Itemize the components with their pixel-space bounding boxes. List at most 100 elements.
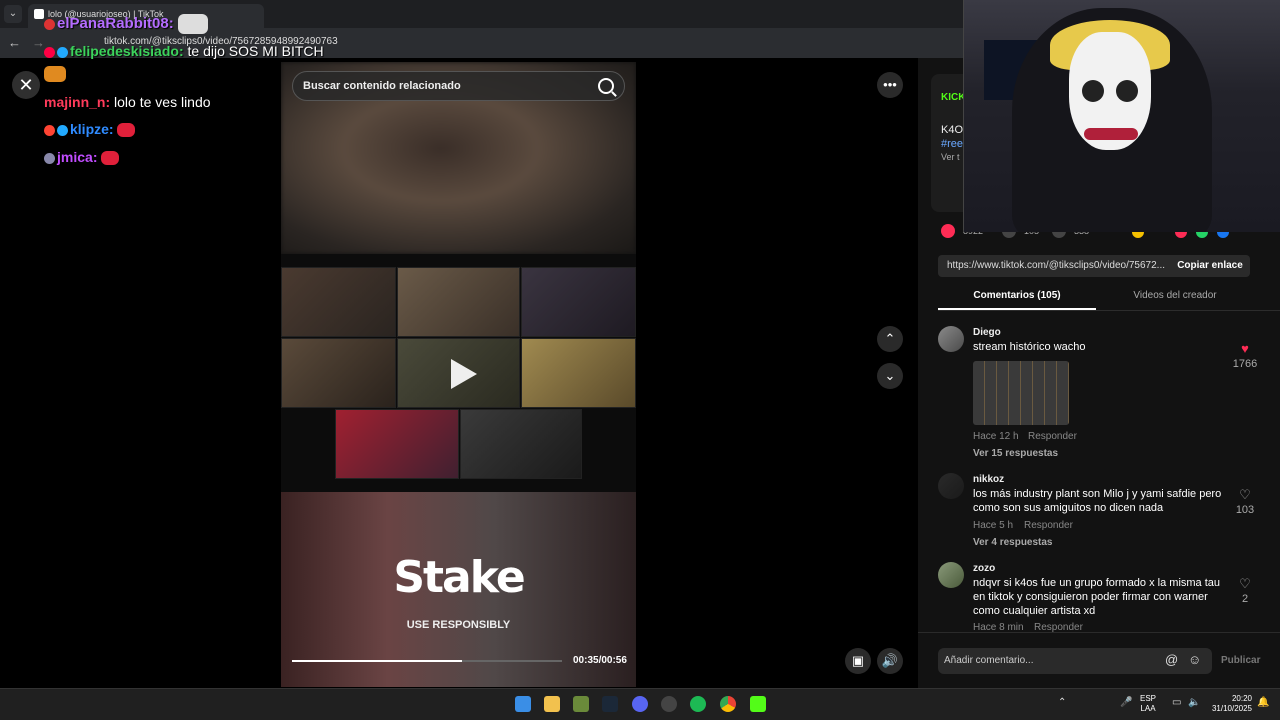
comment-heart-icon[interactable]: ♡ bbox=[1230, 576, 1260, 592]
comment-text: ndqvr si k4os fue un grupo formado x la … bbox=[973, 577, 1221, 617]
chat-username: jmica bbox=[57, 149, 93, 165]
comment-username[interactable]: zozo bbox=[973, 563, 995, 574]
comment-time: Hace 12 h bbox=[973, 431, 1019, 442]
notifications-icon[interactable]: 🔔 bbox=[1257, 697, 1269, 708]
description-text: K4O bbox=[941, 124, 964, 136]
see-more-link[interactable]: Ver t bbox=[941, 152, 960, 162]
clock[interactable]: 20:20 31/10/2025 bbox=[1208, 694, 1252, 714]
webcam-mouth-paint bbox=[1084, 128, 1138, 140]
mention-at-icon[interactable]: @ bbox=[1165, 652, 1178, 667]
back-arrow-icon[interactable]: ← bbox=[8, 35, 21, 50]
comment-heart-icon[interactable]: ♥ bbox=[1230, 341, 1260, 356]
spotify-icon[interactable] bbox=[690, 696, 706, 712]
ad-tagline: USE RESPONSIBLY bbox=[406, 619, 511, 631]
comment-text: stream histórico wacho bbox=[973, 341, 1086, 353]
language-code: ESP bbox=[1140, 694, 1157, 703]
file-explorer-icon[interactable] bbox=[544, 696, 560, 712]
avatar[interactable] bbox=[938, 562, 964, 588]
chat-text: lolo te ves lindo bbox=[114, 94, 211, 110]
view-replies-link[interactable]: Ver 15 respuestas bbox=[973, 448, 1058, 459]
chat-emote bbox=[117, 123, 136, 138]
keyboard-layout: LAA bbox=[1140, 704, 1156, 713]
reply-link[interactable]: Responder bbox=[1024, 520, 1073, 531]
cam-tile bbox=[397, 267, 520, 337]
source-label: KICK bbox=[941, 92, 966, 103]
chat-emote bbox=[44, 66, 66, 82]
chat-message: elPanaRabbit08: bbox=[44, 14, 208, 34]
chat-emote bbox=[177, 14, 208, 34]
more-options-icon[interactable]: ••• bbox=[877, 72, 903, 98]
clock-time: 20:20 bbox=[1231, 694, 1252, 703]
comment-input[interactable]: Añadir comentario... @ ☺ bbox=[938, 648, 1212, 674]
play-icon[interactable] bbox=[443, 355, 481, 393]
reply-link[interactable]: Responder bbox=[1028, 431, 1077, 442]
comment-like-count: 1766 bbox=[1232, 358, 1258, 370]
view-replies-link[interactable]: Ver 4 respuestas bbox=[973, 537, 1053, 548]
kick-icon[interactable] bbox=[750, 696, 766, 712]
search-icon[interactable] bbox=[598, 78, 614, 94]
minecraft-icon[interactable] bbox=[573, 696, 589, 712]
video-time: 00:35/00:56 bbox=[573, 655, 627, 666]
avatar[interactable] bbox=[938, 326, 964, 352]
comment-like-count: 103 bbox=[1235, 504, 1255, 516]
close-button[interactable]: ✕ bbox=[12, 71, 40, 99]
related-search-input[interactable]: Buscar contenido relacionado bbox=[292, 71, 625, 101]
chat-username: majinn_n bbox=[44, 94, 106, 110]
clock-date: 31/10/2025 bbox=[1211, 704, 1252, 713]
discord-icon[interactable] bbox=[632, 696, 648, 712]
chevron-up-icon[interactable]: ⌃ bbox=[1058, 697, 1066, 708]
steam-icon[interactable] bbox=[602, 696, 618, 712]
comment-like-count: 2 bbox=[1241, 593, 1249, 605]
chat-username: elPanaRabbit08 bbox=[57, 14, 169, 32]
comment-placeholder: Añadir comentario... bbox=[944, 655, 1034, 666]
tiktok-favicon-icon bbox=[34, 9, 44, 19]
windows-start-icon[interactable] bbox=[515, 696, 531, 712]
language-indicator[interactable]: ESP LAA bbox=[1140, 694, 1156, 714]
cam-tile bbox=[335, 409, 459, 479]
share-url-field[interactable]: https://www.tiktok.com/@tiksclips0/video… bbox=[938, 255, 1170, 277]
chrome-icon[interactable] bbox=[720, 696, 736, 712]
comment-username[interactable]: nikkoz bbox=[973, 474, 1004, 485]
hashtag-link[interactable]: #ree bbox=[941, 138, 963, 150]
comment-text: los más industry plant son Milo j y yami… bbox=[973, 488, 1222, 514]
chat-message: jmica: bbox=[44, 149, 120, 166]
cam-tile bbox=[460, 409, 582, 479]
share-url-text: https://www.tiktok.com/@tiksclips0/video… bbox=[947, 260, 1166, 271]
comment-username[interactable]: Diego bbox=[973, 327, 1001, 338]
volume-tray-icon[interactable]: 🔈 bbox=[1188, 697, 1200, 708]
video-player[interactable]: Buscar contenido relacionado Stake USE R… bbox=[281, 62, 636, 687]
like-icon[interactable] bbox=[941, 224, 955, 238]
comment-heart-icon[interactable]: ♡ bbox=[1230, 487, 1260, 503]
chat-text: te dijo SOS MI BITCH bbox=[187, 43, 324, 59]
chat-username: felipedeskisiado bbox=[70, 43, 179, 59]
comment-time: Hace 5 h bbox=[973, 520, 1014, 531]
volume-icon[interactable]: 🔊 bbox=[877, 648, 903, 674]
tab-search-dropdown-icon[interactable]: ⌄ bbox=[4, 5, 22, 23]
progress-fill bbox=[292, 660, 463, 662]
mini-player-icon[interactable]: ▣ bbox=[845, 648, 871, 674]
cam-tile bbox=[521, 338, 636, 408]
network-icon[interactable]: ▭ bbox=[1172, 697, 1181, 708]
next-video-chevron-down-icon[interactable]: ⌄ bbox=[877, 363, 903, 389]
chat-emote bbox=[101, 151, 120, 166]
comment-image-thumbnail[interactable] bbox=[973, 361, 1069, 425]
streamer-webcam bbox=[963, 0, 1280, 232]
related-search-placeholder: Buscar contenido relacionado bbox=[303, 80, 461, 92]
tab-creator-videos[interactable]: Videos del creador bbox=[1096, 290, 1254, 301]
chat-message: klipze: bbox=[44, 121, 136, 138]
chat-message: felipedeskisiado: te dijo SOS MI BITCH bbox=[44, 43, 324, 59]
microphone-icon[interactable]: 🎤 bbox=[1120, 697, 1132, 708]
avatar[interactable] bbox=[938, 473, 964, 499]
chat-username: klipze bbox=[70, 121, 109, 137]
tab-comments[interactable]: Comentarios (105) bbox=[938, 290, 1096, 301]
emoji-icon[interactable]: ☺ bbox=[1188, 652, 1201, 667]
tabs-divider bbox=[938, 310, 1280, 311]
obs-icon[interactable] bbox=[661, 696, 677, 712]
copy-link-button[interactable]: Copiar enlace bbox=[1170, 255, 1250, 277]
cam-tile bbox=[281, 267, 396, 337]
previous-video-chevron-up-icon[interactable]: ⌃ bbox=[877, 326, 903, 352]
chat-message: majinn_n: lolo te ves lindo bbox=[44, 94, 211, 110]
cam-tile bbox=[281, 338, 396, 408]
publish-button[interactable]: Publicar bbox=[1221, 655, 1260, 666]
ad-brand-logo: Stake bbox=[393, 552, 525, 603]
